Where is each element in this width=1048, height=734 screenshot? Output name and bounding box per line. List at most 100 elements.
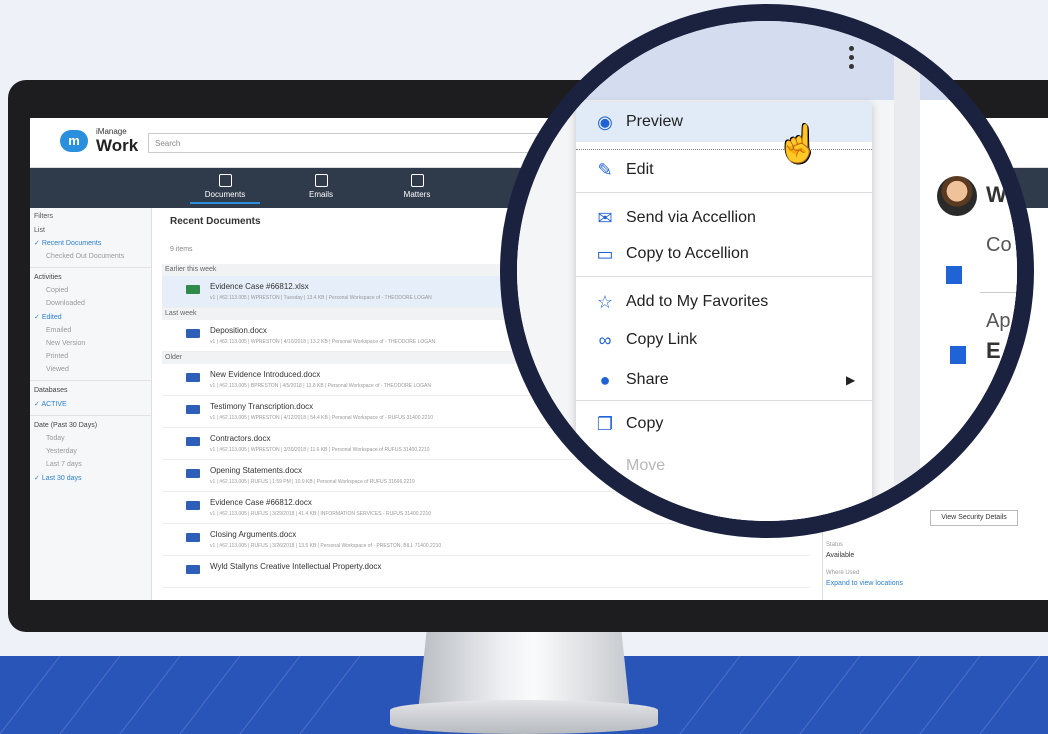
date-section-label[interactable]: Date (Past 30 Days) (30, 415, 151, 432)
doc-name[interactable]: New Evidence Introduced.docx (210, 370, 320, 379)
menu-label-send: Send via Accellion (626, 209, 756, 226)
filter-today[interactable]: Today (30, 432, 151, 445)
item-count: 9 items (170, 246, 193, 253)
folder-icon: ▭ (596, 244, 614, 264)
table-row[interactable]: Wyld Stallyns Creative Intellectual Prop… (162, 556, 810, 588)
word-file-icon (186, 565, 200, 574)
filter-active[interactable]: ACTIVE (30, 397, 151, 411)
filter-emailed[interactable]: Emailed (30, 324, 151, 337)
filter-last-30[interactable]: Last 30 days (30, 471, 151, 485)
doc-name[interactable]: Contractors.docx (210, 434, 270, 443)
menu-item-copy-link[interactable]: ∞ Copy Link (576, 320, 872, 360)
doc-name[interactable]: Testimony Transcription.docx (210, 402, 313, 411)
doc-meta: v1 | #62.113.005 | WPRESTON | 4/12/2018 … (210, 415, 434, 421)
doc-meta: v1 | #62.113.005 | WPRESTON | 4/10/2018 … (210, 339, 436, 345)
filter-checked-out[interactable]: Checked Out Documents (30, 250, 151, 263)
magnified-right-panel (920, 100, 1017, 521)
context-menu: ◉ Preview ✎ Edit ✉ Send via Accellion ▭ Copy… (576, 102, 872, 521)
doc-name[interactable]: Closing Arguments.docx (210, 530, 296, 539)
tab-emails[interactable]: Emails (286, 174, 356, 199)
logo-brand: iManage (96, 127, 127, 136)
share-icon: ● (599, 370, 611, 390)
panel-initial: W (986, 182, 1007, 207)
status-value: Available (826, 552, 855, 559)
doc-meta: v1 | #62.113.005 | RUFUS | 3/26/2018 | 1… (210, 543, 442, 549)
tab-emails-label: Emails (308, 190, 333, 199)
doc-name[interactable]: Wyld Stallyns Creative Intellectual Prop… (210, 562, 381, 571)
logo-product: Work (96, 136, 139, 155)
filter-recent-documents[interactable]: Recent Documents (30, 236, 151, 250)
trash-icon: 🗑 (594, 498, 617, 518)
magnified-scrollbar[interactable] (894, 21, 920, 521)
copy-icon: ❐ (596, 414, 614, 434)
panel-text-co: Co (986, 234, 1012, 256)
filter-new-version[interactable]: New Version (30, 337, 151, 350)
menu-label-copy-accellion: Copy to Accellion (626, 245, 749, 262)
magnified-header (517, 21, 1017, 100)
list-section-label[interactable]: List (30, 222, 151, 236)
menu-item-share[interactable]: ● Share ▶ (576, 360, 872, 400)
menu-label-move: Move (626, 457, 666, 474)
menu-label-share: Share (626, 371, 669, 388)
tab-documents[interactable]: Documents (190, 174, 260, 204)
filter-yesterday[interactable]: Yesterday (30, 445, 151, 458)
filter-viewed[interactable]: Viewed (30, 363, 151, 376)
eye-icon: ◉ (597, 112, 613, 132)
menu-separator (576, 192, 872, 193)
doc-meta: v1 | #62.113.005 | RUFUS | 1:59 PM | 10.… (210, 479, 415, 485)
where-used-link[interactable]: Expand to view locations (826, 580, 903, 587)
filter-downloaded[interactable]: Downloaded (30, 297, 151, 310)
panel-text-ap: Ap (986, 310, 1011, 332)
menu-label-copy-link: Copy Link (626, 331, 698, 348)
activities-section-label[interactable]: Activities (30, 267, 151, 284)
monitor-base (390, 700, 658, 734)
search-input[interactable]: Search (148, 133, 568, 153)
doc-meta: v1 | #62.113.005 | WPRESTON | Tuesday | … (210, 295, 432, 301)
doc-name[interactable]: Deposition.docx (210, 326, 267, 335)
filter-printed[interactable]: Printed (30, 350, 151, 363)
magnified-view: W Co Ap E ◉ Preview ✎ Edit ✉ Send via Accel… (517, 21, 1017, 521)
document-icon (950, 346, 966, 364)
list-title: Recent Documents (170, 216, 261, 227)
tab-matters[interactable]: Matters (382, 174, 452, 199)
filter-last-7[interactable]: Last 7 days (30, 458, 151, 471)
excel-file-icon (186, 285, 200, 294)
panel-text-e: E (986, 338, 1001, 363)
magnifier-lens: W Co Ap E ◉ Preview ✎ Edit ✉ Send via Accel… (500, 4, 1034, 538)
menu-item-move[interactable]: → Move (576, 446, 872, 486)
documents-icon (218, 174, 232, 187)
word-file-icon (186, 373, 200, 382)
menu-separator (576, 400, 872, 401)
link-icon: ∞ (598, 330, 612, 350)
filter-copied[interactable]: Copied (30, 284, 151, 297)
word-file-icon (186, 501, 200, 510)
comment-icon[interactable] (946, 266, 962, 284)
hand-cursor-icon: ☝ (776, 123, 821, 164)
doc-name[interactable]: Evidence Case #66812.docx (210, 498, 312, 507)
menu-item-copy[interactable]: ❐ Copy (576, 404, 872, 444)
word-file-icon (186, 533, 200, 542)
menu-item-edit[interactable]: ✎ Edit (576, 150, 872, 190)
menu-label-copy: Copy (626, 415, 664, 432)
word-file-icon (186, 405, 200, 414)
word-file-icon (186, 329, 200, 338)
menu-item-favorites[interactable]: ☆ Add to My Favorites (576, 282, 872, 322)
doc-name[interactable]: Opening Statements.docx (210, 466, 302, 475)
status-label: Status (826, 542, 844, 548)
menu-item-preview[interactable]: ◉ Preview (576, 102, 872, 142)
menu-label-favorites: Add to My Favorites (626, 293, 769, 310)
databases-section-label[interactable]: Databases (30, 380, 151, 397)
doc-meta: v1 | #62.113.005 | RUFUS | 3/29/2018 | 4… (210, 511, 432, 517)
tab-matters-label: Matters (403, 190, 431, 199)
menu-item-send-accellion[interactable]: ✉ Send via Accellion (576, 198, 872, 238)
panel-divider (980, 292, 1017, 293)
filter-edited[interactable]: Edited (30, 310, 151, 324)
submenu-arrow-icon: ▶ (846, 373, 856, 387)
menu-label-delete: Delete (626, 499, 673, 516)
avatar (937, 176, 977, 216)
menu-separator (576, 276, 872, 277)
menu-item-copy-accellion[interactable]: ▭ Copy to Accellion (576, 234, 872, 274)
more-options-icon[interactable] (849, 46, 855, 74)
imanage-logo-icon: m (60, 130, 88, 152)
doc-name[interactable]: Evidence Case #66812.xlsx (210, 282, 309, 291)
